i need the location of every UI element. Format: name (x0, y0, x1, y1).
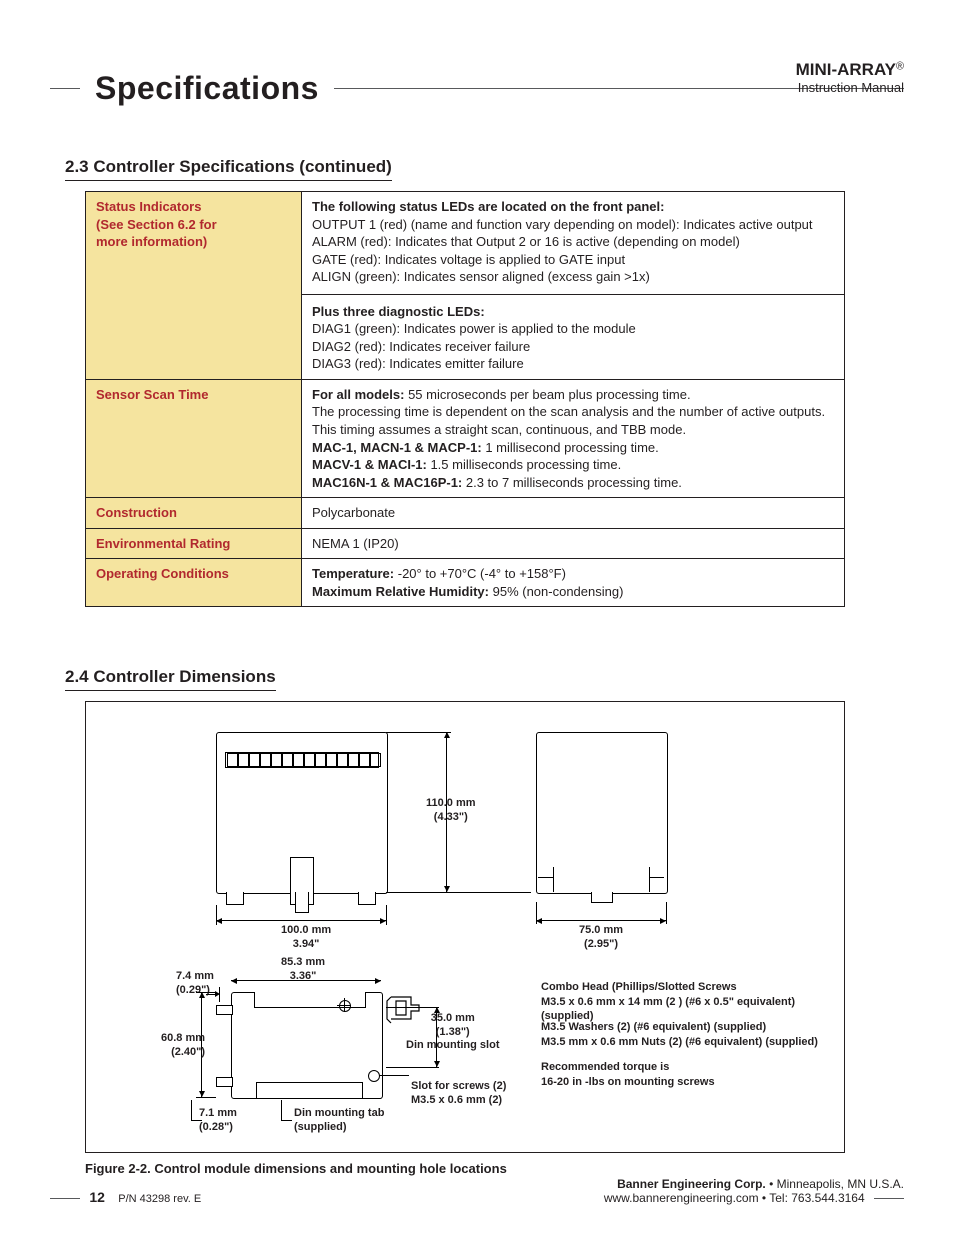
row-value: The following status LEDs are located on… (302, 192, 845, 380)
table-row: Operating Conditions Temperature: -20° t… (86, 559, 845, 607)
table-row: Construction Polycarbonate (86, 498, 845, 529)
row-value: Polycarbonate (302, 498, 845, 529)
note-screws: Combo Head (Phillips/Slotted ScrewsM3.5 … (541, 980, 844, 1023)
dim-100: 100.0 mm3.94" (281, 924, 331, 950)
table-row: Environmental Rating NEMA 1 (IP20) (86, 528, 845, 559)
page-title: Specifications (95, 70, 319, 107)
subsection-2-4: 2.4 Controller Dimensions (65, 667, 276, 691)
label-din-tab: Din mounting tab(supplied) (294, 1107, 384, 1133)
footer-corp: Banner Engineering Corp. (617, 1177, 766, 1191)
dim-75: 75.0 mm(2.95") (579, 924, 623, 950)
header-right: MINI-ARRAY® Instruction Manual (796, 60, 904, 95)
brand: MINI-ARRAY (796, 60, 896, 79)
note-washers: M3.5 Washers (2) (#6 equivalent) (suppli… (541, 1020, 818, 1049)
part-number: P/N 43298 rev. E (118, 1193, 201, 1205)
table-row: Sensor Scan Time For all models: 55 micr… (86, 379, 845, 497)
reg-mark: ® (896, 61, 904, 73)
page-number: 12 (89, 1189, 105, 1205)
dim-60: 60.8 mm(2.40") (161, 1032, 205, 1058)
dim-85: 85.3 mm3.36" (281, 956, 325, 982)
subsection-2-3: 2.3 Controller Specifications (continued… (65, 157, 392, 181)
dim-110: 110.0 mm(4.33") (426, 797, 476, 823)
figure-caption: Figure 2-2. Control module dimensions an… (85, 1161, 904, 1176)
dim-35: 35.0 mm(1.38")Din mounting slot (406, 1012, 499, 1052)
footer-web: www.bannerengineering.com • Tel: 763.544… (604, 1191, 865, 1205)
row-value: NEMA 1 (IP20) (302, 528, 845, 559)
table-row: Status Indicators (See Section 6.2 for m… (86, 192, 845, 380)
dim-7-1: 7.1 mm(0.28") (199, 1107, 237, 1133)
row-value: Temperature: -20° to +70°C (-4° to +158°… (302, 559, 845, 607)
dimensions-diagram: 110.0 mm(4.33") 100.0 mm3.94" 75.0 mm(2.… (85, 701, 845, 1153)
footer-loc: • Minneapolis, MN U.S.A. (766, 1177, 904, 1191)
note-torque: Recommended torque is16-20 in -lbs on mo… (541, 1060, 715, 1089)
page-footer: 12 P/N 43298 rev. E Banner Engineering C… (50, 1177, 904, 1205)
section-header: Specifications (50, 70, 904, 107)
spec-table: Status Indicators (See Section 6.2 for m… (85, 191, 845, 607)
row-label: Status Indicators (See Section 6.2 for m… (86, 192, 302, 380)
row-value: For all models: 55 microseconds per beam… (302, 379, 845, 497)
row-label: Sensor Scan Time (86, 379, 302, 497)
row-label: Construction (86, 498, 302, 529)
manual-label: Instruction Manual (798, 80, 904, 95)
label-slot-screws: Slot for screws (2)M3.5 x 0.6 mm (2) (411, 1080, 506, 1106)
row-label: Environmental Rating (86, 528, 302, 559)
row-label: Operating Conditions (86, 559, 302, 607)
